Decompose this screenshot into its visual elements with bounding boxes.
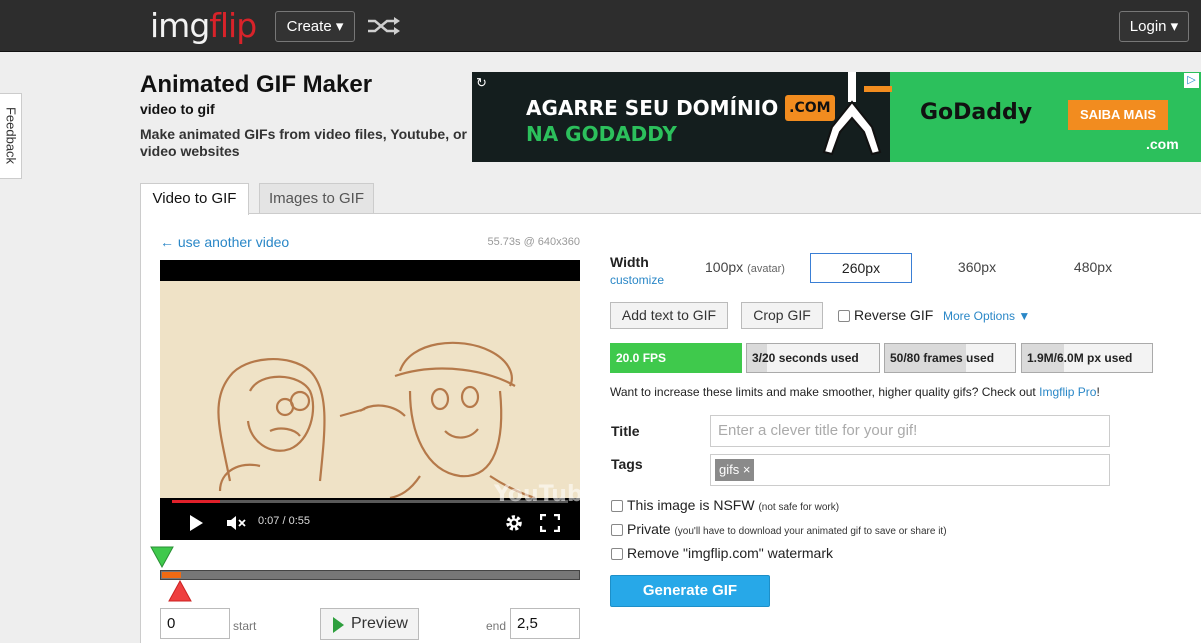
adchoices-icon[interactable]: ▷ bbox=[1184, 73, 1199, 88]
play-icon bbox=[333, 617, 344, 633]
feedback-tab[interactable]: Feedback bbox=[0, 93, 22, 179]
preview-button[interactable]: Preview bbox=[320, 608, 419, 640]
title-label: Title bbox=[611, 423, 640, 439]
width-option-480[interactable]: 480px bbox=[1042, 253, 1144, 283]
youtube-watermark: YouTube bbox=[494, 482, 580, 507]
start-label: start bbox=[233, 619, 257, 633]
page-description: Make animated GIFs from video files, You… bbox=[140, 126, 467, 159]
trim-selected-range bbox=[162, 572, 181, 578]
width-label: Width bbox=[610, 254, 649, 270]
width-option-label: 480px bbox=[1073, 259, 1113, 275]
width-option-100[interactable]: 100px (avatar) bbox=[686, 253, 804, 283]
limits-notice: Want to increase these limits and make s… bbox=[610, 385, 1100, 399]
ad-line2: NA GODADDY bbox=[526, 122, 677, 146]
settings-gear-icon[interactable] bbox=[504, 513, 524, 533]
claw-icon bbox=[822, 72, 892, 156]
ad-line1: AGARRE SEU DOMÍNIO bbox=[526, 96, 779, 120]
title-input[interactable]: Enter a clever title for your gif! bbox=[710, 415, 1110, 447]
more-options-link[interactable]: More Options ▼ bbox=[943, 309, 1030, 323]
logo-main-text: img bbox=[150, 6, 210, 45]
use-another-video-link[interactable]: ← use another video bbox=[160, 234, 289, 250]
frames-meter: 50/80 frames used bbox=[884, 343, 1016, 373]
private-label-text: Private bbox=[627, 521, 671, 537]
trim-end-handle[interactable] bbox=[168, 580, 192, 602]
private-checkbox[interactable] bbox=[611, 524, 623, 536]
crop-gif-button[interactable]: Crop GIF bbox=[741, 302, 823, 329]
pixels-meter: 1.9M/6.0M px used bbox=[1021, 343, 1153, 373]
width-option-360[interactable]: 360px bbox=[926, 253, 1028, 283]
meter-label: 1.9M/6.0M px used bbox=[1027, 351, 1133, 365]
customize-width-link[interactable]: customize bbox=[610, 273, 664, 287]
imgflip-logo[interactable]: imgflip bbox=[150, 6, 257, 45]
width-option-note: (avatar) bbox=[747, 263, 785, 275]
meter-label: 3/20 seconds used bbox=[752, 351, 859, 365]
page-title: Animated GIF Maker bbox=[140, 71, 373, 98]
width-option-label: 260px bbox=[841, 260, 881, 276]
meter-label: 50/80 frames used bbox=[890, 351, 995, 365]
video-progress-track[interactable] bbox=[172, 500, 568, 503]
private-label: Private (you'll have to download your an… bbox=[627, 521, 947, 537]
limits-suffix: ! bbox=[1096, 385, 1100, 399]
ad-brand: GoDaddy bbox=[920, 100, 1033, 125]
seconds-meter: 3/20 seconds used bbox=[746, 343, 880, 373]
page-subtitle: video to gif bbox=[140, 101, 215, 117]
logo-accent-text: flip bbox=[209, 6, 257, 45]
width-option-label: 360px bbox=[957, 259, 997, 275]
preview-label: Preview bbox=[351, 615, 408, 632]
feedback-label: Feedback bbox=[3, 106, 19, 165]
imgflip-pro-link[interactable]: Imgflip Pro bbox=[1039, 385, 1096, 399]
cartoon-illustration bbox=[217, 341, 536, 500]
ad-cta-button[interactable]: SAIBA MAIS bbox=[1068, 100, 1168, 130]
video-progress-played bbox=[172, 500, 220, 503]
ad-headline: AGARRE SEU DOMÍNIO .COM NA GODADDY bbox=[526, 95, 835, 147]
fps-meter[interactable]: 20.0 FPS bbox=[610, 343, 742, 373]
shuffle-icon[interactable] bbox=[366, 14, 402, 38]
limits-text: Want to increase these limits and make s… bbox=[610, 385, 1040, 399]
end-label: end bbox=[486, 619, 507, 633]
width-option-label: 100px bbox=[705, 259, 744, 275]
end-time-input[interactable]: 2,5 bbox=[510, 608, 580, 639]
top-bar: imgflip Create ▾ Login ▾ bbox=[0, 0, 1201, 52]
private-note: (you'll have to download your animated g… bbox=[674, 526, 947, 537]
nsfw-note: (not safe for work) bbox=[758, 502, 840, 513]
volume-muted-icon[interactable] bbox=[226, 515, 246, 531]
login-button[interactable]: Login ▾ bbox=[1119, 11, 1189, 42]
tags-label: Tags bbox=[611, 456, 643, 472]
remove-watermark-checkbox[interactable] bbox=[611, 548, 623, 560]
nsfw-label: This image is NSFW (not safe for work) bbox=[627, 497, 839, 513]
tab-video-to-gif[interactable]: Video to GIF bbox=[140, 183, 249, 215]
trim-bar[interactable] bbox=[160, 570, 580, 580]
video-player[interactable]: YouTube 0:07 / 0:55 bbox=[160, 260, 580, 540]
advertisement-banner[interactable]: ↻ AGARRE SEU DOMÍNIO .COM NA GODADDY GoD… bbox=[472, 72, 1201, 162]
meter-label: 20.0 FPS bbox=[616, 351, 667, 365]
tab-images-to-gif[interactable]: Images to GIF bbox=[259, 183, 374, 214]
add-text-button[interactable]: Add text to GIF bbox=[610, 302, 728, 329]
create-menu-button[interactable]: Create ▾ bbox=[275, 11, 355, 42]
fullscreen-icon[interactable] bbox=[540, 514, 560, 532]
nsfw-label-text: This image is NSFW bbox=[627, 497, 755, 513]
tag-chip[interactable]: gifs × bbox=[715, 459, 755, 481]
remove-watermark-label: Remove "imgflip.com" watermark bbox=[627, 545, 833, 561]
start-time-input[interactable]: 0 bbox=[160, 608, 230, 639]
generate-gif-button[interactable]: Generate GIF bbox=[610, 575, 770, 607]
video-time: 0:07 / 0:55 bbox=[258, 515, 310, 527]
refresh-icon[interactable]: ↻ bbox=[476, 75, 487, 91]
trim-start-handle[interactable] bbox=[150, 546, 174, 568]
play-icon[interactable] bbox=[188, 514, 204, 532]
video-info: 55.73s @ 640x360 bbox=[487, 236, 580, 248]
video-controls: 0:07 / 0:55 bbox=[160, 506, 580, 540]
width-option-260[interactable]: 260px bbox=[810, 253, 912, 283]
nsfw-checkbox[interactable] bbox=[611, 500, 623, 512]
video-frame: YouTube bbox=[160, 281, 580, 507]
ad-tld: .com bbox=[1146, 136, 1179, 152]
tags-input[interactable]: gifs × bbox=[710, 454, 1110, 486]
reverse-gif-label: Reverse GIF bbox=[854, 307, 934, 323]
reverse-gif-checkbox[interactable] bbox=[838, 310, 850, 322]
